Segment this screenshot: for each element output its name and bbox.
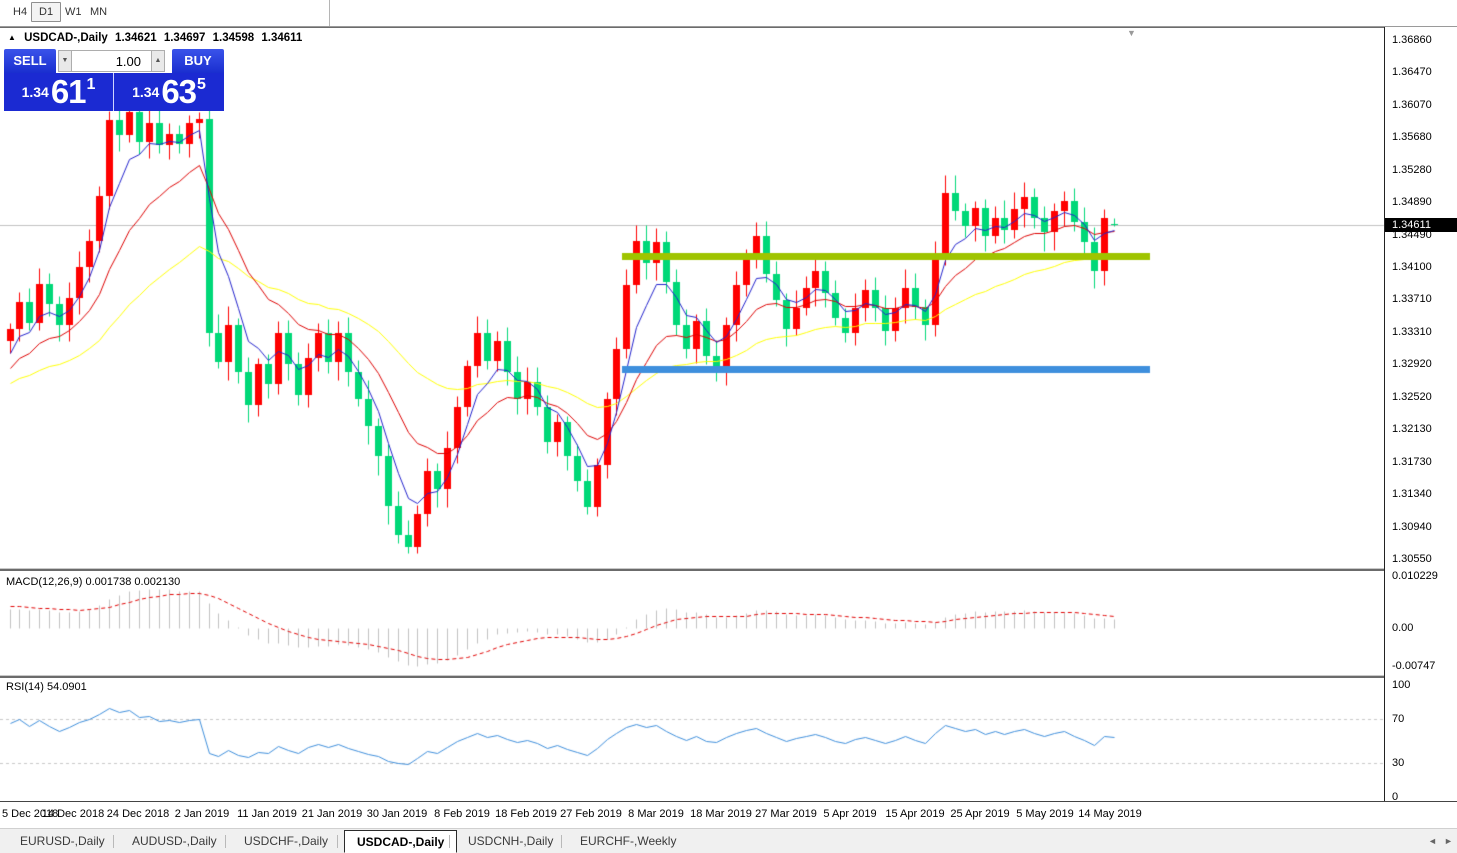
symbol-tab-audusd[interactable]: AUDUSD-,Daily xyxy=(120,831,229,852)
ohlc-open: 1.34621 xyxy=(115,32,157,44)
price-axis-label: 1.36070 xyxy=(1392,98,1432,111)
buy-price-prefix: 1.34 xyxy=(132,84,160,100)
tab-scroll-right-icon[interactable]: ► xyxy=(1444,836,1453,846)
ohlc-low: 1.34598 xyxy=(212,32,255,44)
timeframe-tab-h4[interactable]: H4 xyxy=(6,3,34,21)
price-axis-label: 1.32520 xyxy=(1392,391,1432,404)
price-axis-label: 1.31340 xyxy=(1392,488,1432,501)
rsi-indicator-label: RSI(14) 54.0901 xyxy=(6,681,87,693)
date-axis-label: 2 Jan 2019 xyxy=(174,808,230,820)
symbol-tab-usdcad[interactable]: USDCAD-,Daily xyxy=(344,830,458,853)
trading-app-window: H4 D1 W1 MN ▼ ▲ USDCAD-,Daily 1.34621 1.346… xyxy=(0,0,1457,853)
volume-input[interactable] xyxy=(72,50,151,72)
price-axis-label: 1.32920 xyxy=(1392,358,1432,371)
price-axis-label: 1.35280 xyxy=(1392,163,1432,176)
symbol-tab-eurchf[interactable]: EURCHF-,Weekly xyxy=(568,831,688,852)
buy-price-sup: 5 xyxy=(197,76,206,93)
tab-separator xyxy=(561,835,562,848)
symbol-tab-usdcnh[interactable]: USDCNH-,Daily xyxy=(456,831,565,852)
date-axis-label: 11 Jan 2019 xyxy=(237,808,297,820)
price-axis-label: 1.36860 xyxy=(1392,33,1432,46)
price-axis-label: 1.34890 xyxy=(1392,196,1432,209)
price-axis-label: 1.30940 xyxy=(1392,521,1432,534)
volume-decrease-button[interactable]: ▼ xyxy=(58,50,72,72)
tab-separator xyxy=(449,835,450,848)
date-axis-label: 25 Apr 2019 xyxy=(950,808,1010,820)
buy-price-big: 63 xyxy=(161,73,197,110)
rsi-axis-label: 0 xyxy=(1392,791,1399,801)
price-axis-label: 1.30550 xyxy=(1392,553,1432,566)
date-axis-label: 18 Feb 2019 xyxy=(495,808,557,820)
ohlc-close: 1.34611 xyxy=(261,32,303,44)
buy-price-display[interactable]: 1.34635 xyxy=(114,73,224,111)
chart-header: ▲ USDCAD-,Daily 1.34621 1.34697 1.34598 … xyxy=(8,32,306,44)
toolbar-separator xyxy=(329,0,330,26)
symbol-tab-usdchf[interactable]: USDCHF-,Daily xyxy=(232,831,340,852)
price-axis-label: 1.31730 xyxy=(1392,456,1432,469)
trade-panel-prices: 1.34611 1.34635 xyxy=(4,73,224,111)
date-axis-label: 15 Apr 2019 xyxy=(885,808,945,820)
date-axis-label: 24 Dec 2018 xyxy=(106,808,170,820)
tab-separator xyxy=(113,835,114,848)
sell-price-display[interactable]: 1.34611 xyxy=(4,73,114,111)
one-click-trading-panel: SELL ▼ ▲ BUY 1.34611 1.34635 xyxy=(4,49,224,111)
date-axis-label: 5 Apr 2019 xyxy=(823,808,877,820)
price-axis-label: 1.36470 xyxy=(1392,65,1432,78)
date-axis-label: 5 May 2019 xyxy=(1016,808,1074,820)
trade-panel-controls: SELL ▼ ▲ BUY xyxy=(4,49,224,73)
price-axis-label: 1.35680 xyxy=(1392,131,1432,144)
tab-separator xyxy=(225,835,226,848)
date-axis-label: 21 Jan 2019 xyxy=(301,808,363,820)
price-axis-label: 1.32130 xyxy=(1392,423,1432,436)
pane-separator-macd[interactable] xyxy=(0,568,1457,571)
tab-scroll-left-icon[interactable]: ◄ xyxy=(1428,836,1437,846)
price-axis-label: 1.33310 xyxy=(1392,326,1432,339)
price-axis-label: 1.33710 xyxy=(1392,293,1432,306)
symbol-tab-eurusd[interactable]: EURUSD-,Daily xyxy=(8,831,117,852)
date-axis-label: 27 Mar 2019 xyxy=(755,808,817,820)
macd-axis-label: 0.00 xyxy=(1392,622,1414,634)
chart-shift-marker-icon[interactable]: ▼ xyxy=(1127,28,1136,38)
ohlc-high: 1.34697 xyxy=(163,32,206,44)
collapse-panel-icon[interactable]: ▲ xyxy=(8,33,16,42)
current-price-tag: 1.34611 xyxy=(1385,218,1457,232)
macd-indicator-label: MACD(12,26,9) 0.001738 0.002130 xyxy=(6,576,181,588)
chevron-down-icon: ▼ xyxy=(61,57,69,64)
date-axis-label: 8 Feb 2019 xyxy=(434,808,490,820)
rsi-axis-label: 30 xyxy=(1392,757,1405,770)
date-axis-label: 14 May 2019 xyxy=(1078,808,1142,820)
date-axis-label: 30 Jan 2019 xyxy=(366,808,428,820)
date-axis[interactable]: 5 Dec 2018 14 Dec 2018 24 Dec 2018 2 Jan 20… xyxy=(0,802,1384,828)
sell-price-prefix: 1.34 xyxy=(21,84,49,100)
rsi-axis-label: 100 xyxy=(1392,679,1411,691)
price-axis[interactable]: 1.36860 1.36470 1.36070 1.35680 1.35280 1.348… xyxy=(1384,27,1457,801)
chart-window: ▼ ▲ USDCAD-,Daily 1.34621 1.34697 1.3459… xyxy=(0,27,1457,828)
chevron-up-icon: ▲ xyxy=(154,57,162,64)
sell-price-big: 61 xyxy=(50,73,87,110)
symbol-tabbar: EURUSD-,Daily AUDUSD-,Daily USDCHF-,Daily U… xyxy=(0,828,1457,853)
main-chart-canvas[interactable] xyxy=(0,27,1457,828)
timeframe-tab-d1[interactable]: D1 xyxy=(31,2,62,22)
date-axis-label: 14 Dec 2018 xyxy=(41,808,105,820)
date-axis-label: 8 Mar 2019 xyxy=(628,808,684,820)
symbol-title: USDCAD-,Daily xyxy=(24,32,108,44)
date-axis-label: 18 Mar 2019 xyxy=(690,808,752,820)
price-axis-label: 1.34100 xyxy=(1392,261,1432,274)
buy-button[interactable]: BUY xyxy=(172,49,224,73)
macd-axis-label: 0.010229 xyxy=(1392,569,1438,582)
date-axis-label: 27 Feb 2019 xyxy=(560,808,622,820)
sell-price-sup: 1 xyxy=(86,76,96,93)
timeframe-toolbar: H4 D1 W1 MN xyxy=(0,0,1457,27)
sell-button[interactable]: SELL xyxy=(4,49,56,73)
timeframe-tab-mn[interactable]: MN xyxy=(83,3,114,21)
pane-separator-rsi[interactable] xyxy=(0,675,1457,678)
volume-increase-button[interactable]: ▲ xyxy=(151,50,165,72)
macd-axis-label: -0.00747 xyxy=(1392,659,1436,672)
tab-separator xyxy=(337,835,338,848)
chart-top-border xyxy=(0,27,1457,28)
rsi-axis-label: 70 xyxy=(1392,712,1405,725)
